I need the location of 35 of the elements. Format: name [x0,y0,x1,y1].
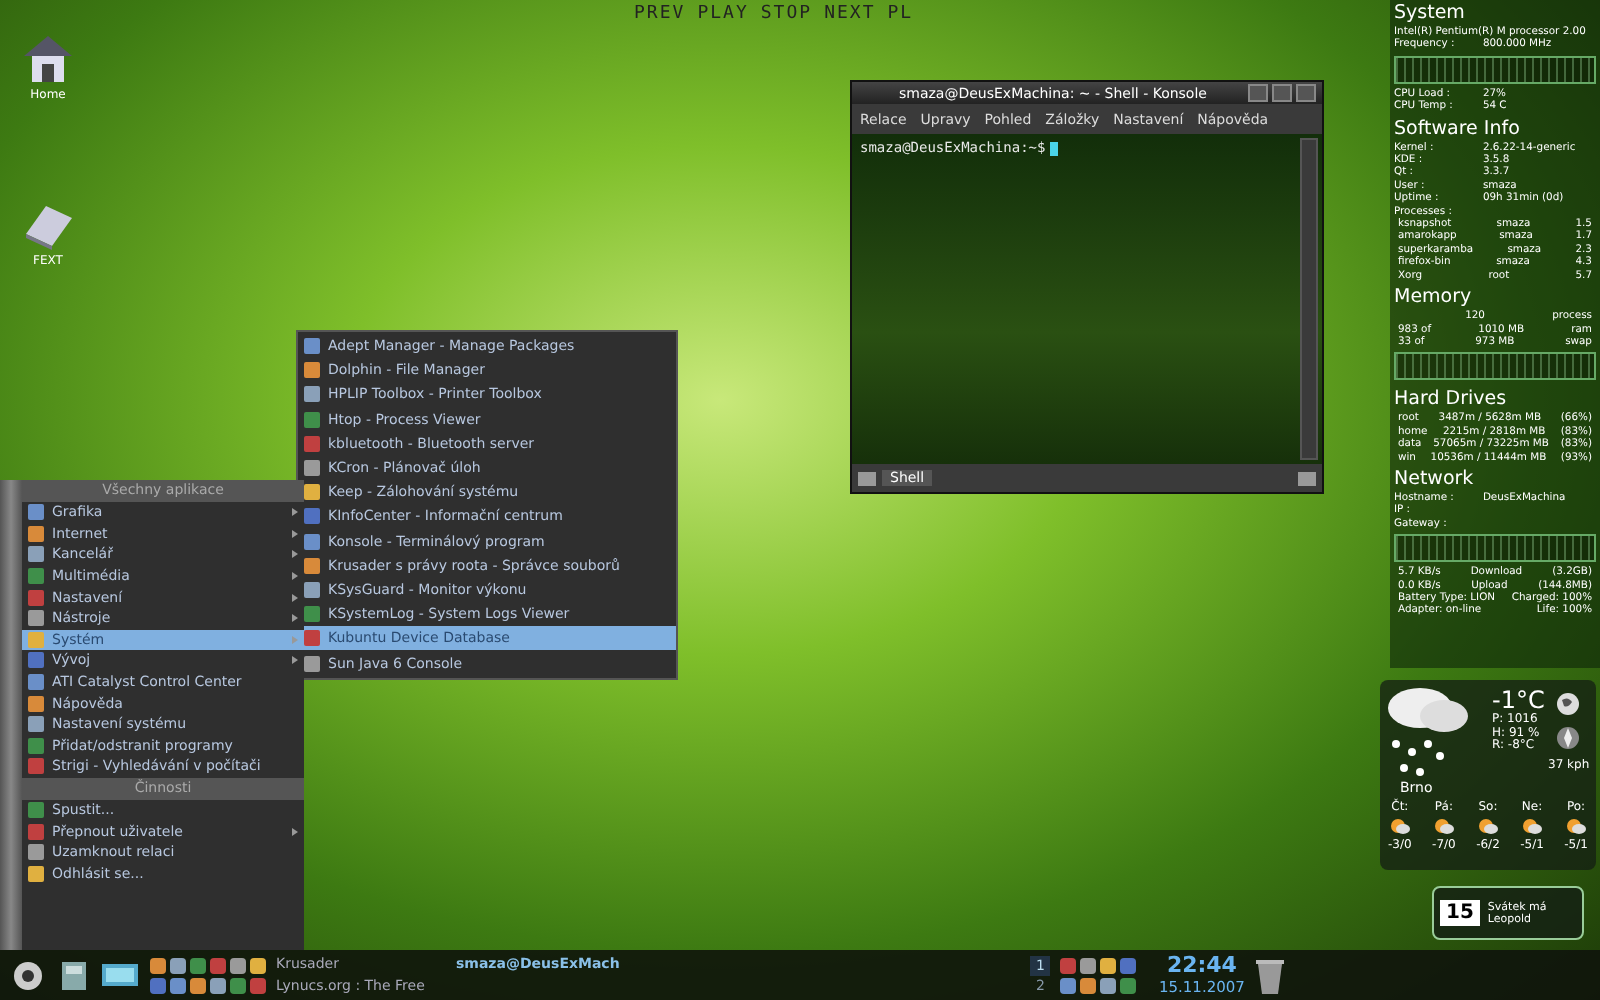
media-control-button[interactable]: PREV [630,4,690,24]
section-title: Hard Drives [1394,388,1509,412]
weather-icon [1389,818,1410,834]
temperature: -1°C [1492,688,1545,714]
clock-time[interactable]: 22:44 [1166,954,1237,978]
weather-icon [1566,818,1587,834]
new-tab-icon[interactable] [858,471,876,485]
media-control-button[interactable]: PL [883,4,918,24]
text-cursor [1049,141,1058,155]
submenu-arrow-icon [292,656,298,665]
section-title: Network [1394,467,1476,492]
submenu-arrow-icon [292,529,298,538]
submenu-arrow-icon [292,572,298,581]
submenu-arrow-icon [292,827,298,836]
weather-icon [1433,818,1454,834]
media-control-button[interactable]: STOP [756,4,817,24]
submenu-arrow-icon [292,593,298,602]
section-title: System [1394,2,1467,26]
globe-icon [1556,692,1581,716]
section-title: Memory [1394,286,1474,310]
monitor-icon[interactable] [100,959,140,991]
close-tab-icon[interactable] [1298,471,1316,485]
scrollbar[interactable] [1300,138,1318,460]
submenu-arrow-icon [292,635,298,644]
weather-icon [1522,818,1542,834]
submenu-arrow-icon [292,614,298,623]
media-control-button[interactable]: NEXT [820,4,880,24]
compass-icon [1556,726,1581,750]
weather-icon [1477,818,1498,834]
trash-icon[interactable] [1254,955,1287,995]
media-control-button[interactable]: PLAY [693,4,753,24]
section-title: Software Info [1394,117,1522,142]
submenu-arrow-icon [292,508,298,517]
submenu-arrow-icon [292,550,298,559]
calendar-day: 15 [1440,900,1480,926]
